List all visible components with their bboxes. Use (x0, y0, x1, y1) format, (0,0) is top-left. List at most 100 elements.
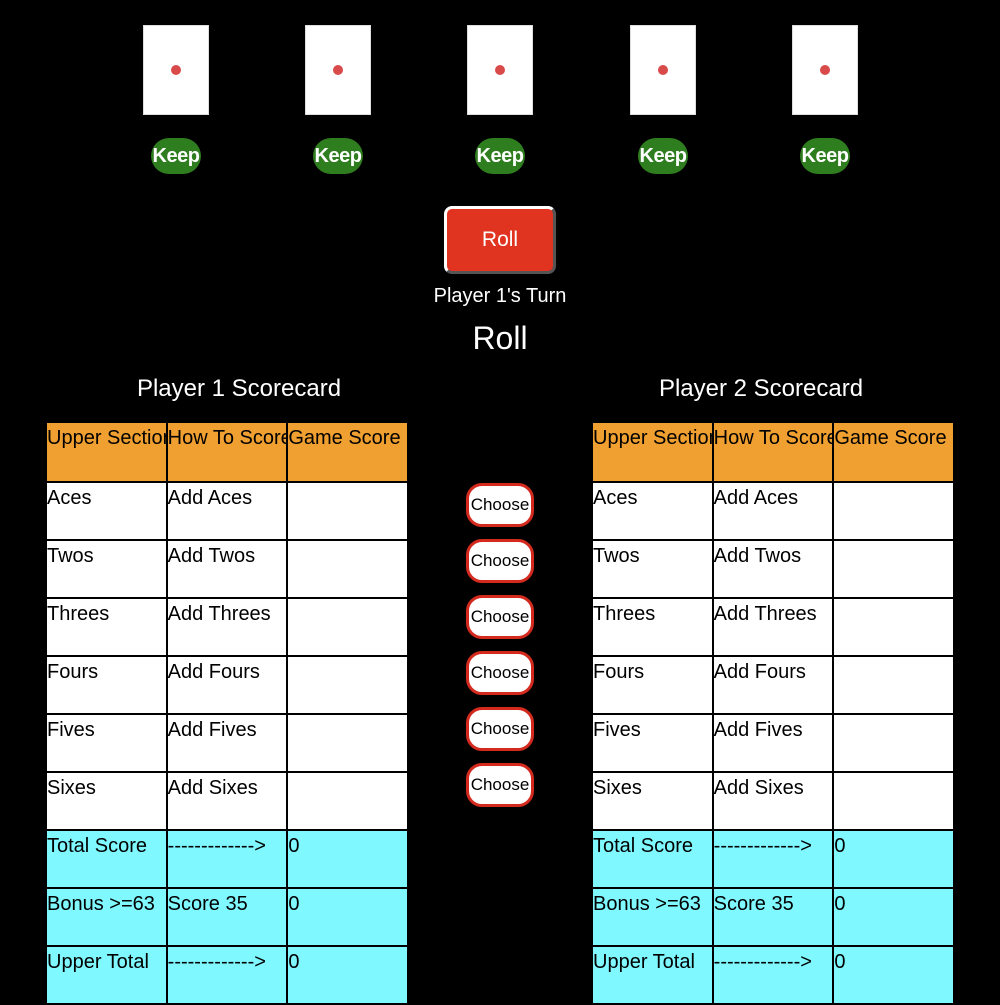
choose-button-fives[interactable]: Choose (466, 707, 534, 751)
scorecard-header-row: Upper Section How To Score Game Score (45, 421, 409, 483)
row-rule: Add Fives (165, 713, 289, 773)
player-1-scorecard: Upper Section How To Score Game Score Ac… (45, 421, 409, 1005)
choose-button-fours[interactable]: Choose (466, 651, 534, 695)
row-score: 0 (832, 945, 955, 1005)
row-rule: -------------> (165, 829, 289, 889)
row-rule: Score 35 (165, 887, 289, 947)
scorecard-row-fours: Fours Add Fours (591, 655, 955, 715)
scorecard-row-fours: Fours Add Fours (45, 655, 409, 715)
row-score: 0 (286, 887, 409, 947)
row-score (832, 655, 955, 715)
row-category: Total Score (591, 829, 714, 889)
player-2-scorecard-title: Player 2 Scorecard (658, 375, 864, 402)
header-game-score: Game Score (832, 421, 955, 483)
row-score (832, 539, 955, 599)
die-pip (820, 65, 830, 75)
die-pip (495, 65, 505, 75)
scorecard-row-bonus: Bonus >=63 Score 35 0 (45, 887, 409, 947)
die-1 (143, 25, 209, 115)
row-score: 0 (832, 829, 955, 889)
choose-button-threes[interactable]: Choose (466, 595, 534, 639)
die-4 (630, 25, 696, 115)
row-score (286, 771, 409, 831)
row-category: Bonus >=63 (45, 887, 168, 947)
row-score (286, 655, 409, 715)
row-rule: Add Twos (165, 539, 289, 599)
die-pip (171, 65, 181, 75)
row-score (832, 597, 955, 657)
row-rule: Add Twos (711, 539, 835, 599)
row-category: Upper Total (45, 945, 168, 1005)
keep-button-2[interactable]: Keep (313, 138, 363, 174)
scorecard-row-aces: Aces Add Aces (591, 481, 955, 541)
row-score (832, 481, 955, 541)
header-how-to-score: How To Score (165, 421, 289, 483)
row-rule: Add Threes (165, 597, 289, 657)
row-category: Threes (591, 597, 714, 657)
scorecard-header-row: Upper Section How To Score Game Score (591, 421, 955, 483)
roll-button[interactable]: Roll (444, 206, 556, 274)
scorecard-row-twos: Twos Add Twos (591, 539, 955, 599)
row-rule: Add Aces (711, 481, 835, 541)
scorecard-row-upper-total: Upper Total -------------> 0 (45, 945, 409, 1005)
turn-indicator: Player 1's Turn (433, 285, 567, 307)
row-score (286, 713, 409, 773)
scorecard-row-sixes: Sixes Add Sixes (45, 771, 409, 831)
row-category: Sixes (45, 771, 168, 831)
choose-button-sixes[interactable]: Choose (466, 763, 534, 807)
row-score (286, 481, 409, 541)
header-upper-section: Upper Section (45, 421, 168, 483)
row-rule: Add Threes (711, 597, 835, 657)
player-2-scorecard: Upper Section How To Score Game Score Ac… (591, 421, 955, 1005)
keep-button-1[interactable]: Keep (151, 138, 201, 174)
row-rule: -------------> (711, 829, 835, 889)
scorecard-row-threes: Threes Add Threes (591, 597, 955, 657)
row-category: Fours (45, 655, 168, 715)
row-category: Aces (45, 481, 168, 541)
keep-button-4[interactable]: Keep (638, 138, 688, 174)
keep-button-5[interactable]: Keep (800, 138, 850, 174)
row-rule: Add Sixes (711, 771, 835, 831)
row-rule: Add Fours (165, 655, 289, 715)
row-score: 0 (286, 829, 409, 889)
row-category: Twos (45, 539, 168, 599)
row-rule: Score 35 (711, 887, 835, 947)
scorecard-row-bonus: Bonus >=63 Score 35 0 (591, 887, 955, 947)
row-category: Fives (591, 713, 714, 773)
row-rule: Add Fours (711, 655, 835, 715)
header-game-score: Game Score (286, 421, 409, 483)
scorecard-row-fives: Fives Add Fives (45, 713, 409, 773)
scorecard-row-twos: Twos Add Twos (45, 539, 409, 599)
header-how-to-score: How To Score (711, 421, 835, 483)
die-5 (792, 25, 858, 115)
row-score: 0 (286, 945, 409, 1005)
choose-button-aces[interactable]: Choose (466, 483, 534, 527)
choose-button-twos[interactable]: Choose (466, 539, 534, 583)
row-score: 0 (832, 887, 955, 947)
die-pip (333, 65, 343, 75)
die-pip (658, 65, 668, 75)
row-rule: Add Fives (711, 713, 835, 773)
row-score (832, 771, 955, 831)
row-category: Aces (591, 481, 714, 541)
header-upper-section: Upper Section (591, 421, 714, 483)
row-category: Sixes (591, 771, 714, 831)
scorecard-row-total-score: Total Score -------------> 0 (45, 829, 409, 889)
row-category: Fours (591, 655, 714, 715)
row-category: Bonus >=63 (591, 887, 714, 947)
scorecard-row-sixes: Sixes Add Sixes (591, 771, 955, 831)
row-rule: Add Aces (165, 481, 289, 541)
row-rule: -------------> (711, 945, 835, 1005)
die-2 (305, 25, 371, 115)
row-score (286, 597, 409, 657)
keep-button-3[interactable]: Keep (475, 138, 525, 174)
player-1-scorecard-title: Player 1 Scorecard (136, 375, 342, 402)
row-category: Twos (591, 539, 714, 599)
die-3 (467, 25, 533, 115)
row-score (832, 713, 955, 773)
row-score (286, 539, 409, 599)
row-category: Upper Total (591, 945, 714, 1005)
scorecard-row-total-score: Total Score -------------> 0 (591, 829, 955, 889)
phase-indicator: Roll (472, 320, 528, 356)
row-rule: Add Sixes (165, 771, 289, 831)
